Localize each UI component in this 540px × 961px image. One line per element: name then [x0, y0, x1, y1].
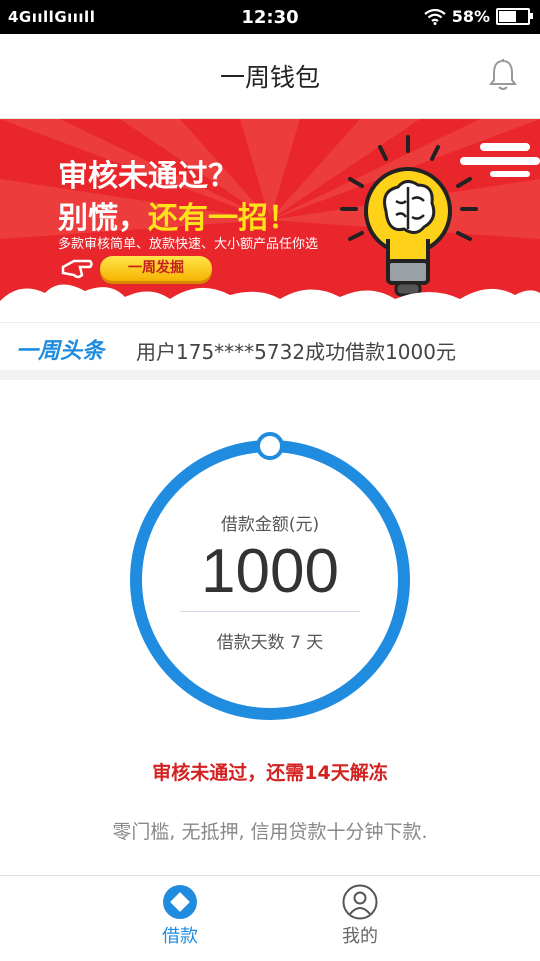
page-title: 一周钱包 [219, 63, 320, 92]
loan-days: 借款天数 7 天 [216, 633, 324, 653]
tab-profile[interactable]: 我的 [310, 884, 410, 948]
status-warning: 审核未通过，还需14天解冻 [152, 762, 388, 784]
banner-subtext: 多款审核简单、放款快速、大小额产品任你选 [58, 237, 319, 252]
loan-icon [163, 885, 197, 919]
status-right: 58% [424, 7, 533, 26]
wifi-icon [424, 8, 446, 25]
battery-percent: 58% [451, 7, 490, 26]
loan-amount: 1000 [201, 537, 339, 606]
news-brand: 一周头条 [16, 339, 105, 364]
app-header: 一周钱包 [0, 34, 540, 119]
ring-slider-handle[interactable] [256, 432, 284, 460]
battery-icon [496, 8, 533, 25]
loan-amount-ring: 借款金额(元) 1000 借款天数 7 天 [125, 430, 415, 734]
promo-banner[interactable]: 审核未通过？ 别慌，还有一招！ 多款审核简单、放款快速、大小额产品任你选 一周发… [0, 119, 540, 321]
profile-icon [342, 884, 378, 920]
bell-icon[interactable] [488, 58, 518, 92]
news-message: 用户175****5732成功借款1000元 [136, 340, 456, 364]
tab-loan-label: 借款 [162, 926, 198, 947]
news-ticker[interactable]: 一周头条 用户175****5732成功借款1000元 [0, 322, 540, 371]
bottom-tab-bar: 借款 我的 [0, 875, 540, 961]
tab-profile-label: 我的 [342, 926, 378, 947]
banner-headline: 审核未通过？ [58, 159, 238, 194]
tab-loan[interactable]: 借款 [130, 884, 230, 948]
amount-divider [180, 611, 360, 612]
cloud-decoration [0, 284, 540, 321]
section-divider [0, 370, 540, 380]
banner-subheadline: 别慌，还有一招！ [58, 201, 298, 236]
slogan-text: 零门槛, 无抵押, 信用贷款十分钟下款. [112, 821, 428, 843]
status-bar: 4GııllGıııll 12:30 58% [0, 0, 540, 34]
amount-label: 借款金额(元) [220, 515, 320, 535]
